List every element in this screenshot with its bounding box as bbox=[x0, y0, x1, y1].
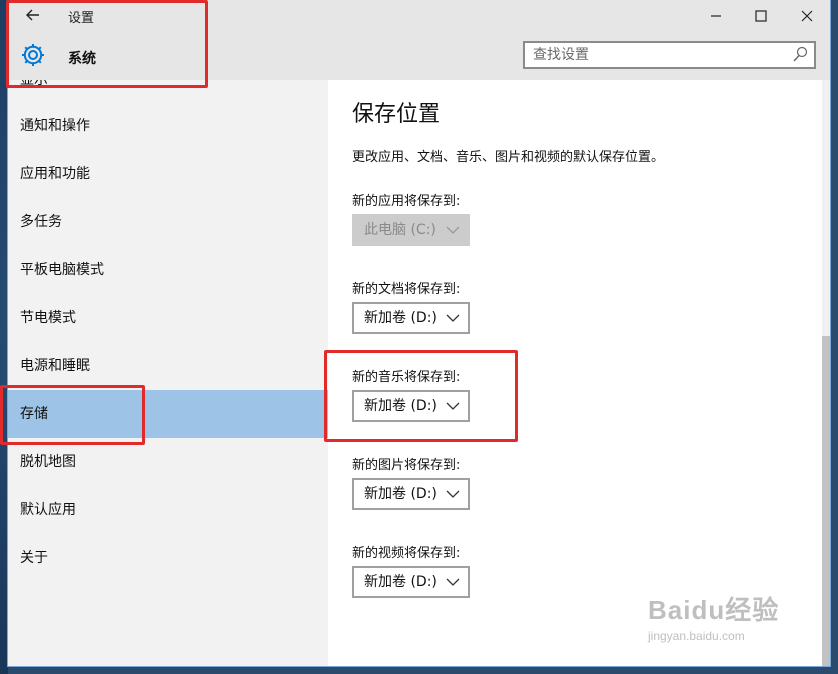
documents-save-label: 新的文档将保存到: bbox=[352, 282, 461, 297]
videos-save-location-select[interactable]: 新加卷 (D:) bbox=[352, 566, 470, 598]
sidebar-nav: 显示 通知和操作 应用和功能 多任务 平板电脑模式 节电模式 电源和睡眠 存储 … bbox=[8, 80, 328, 666]
maximize-icon bbox=[755, 10, 767, 22]
settings-window: 设置 系统 显示 bbox=[8, 0, 830, 666]
sidebar-item-power-sleep[interactable]: 电源和睡眠 bbox=[8, 342, 328, 390]
select-value: 新加卷 (D:) bbox=[364, 310, 437, 326]
sidebar-item-label: 通知和操作 bbox=[20, 118, 90, 134]
videos-save-label: 新的视频将保存到: bbox=[352, 546, 461, 561]
annotation-box-music bbox=[324, 350, 518, 442]
select-value: 此电脑 (C:) bbox=[364, 222, 436, 238]
desktop-background bbox=[0, 0, 8, 674]
sidebar-item-offline-maps[interactable]: 脱机地图 bbox=[8, 438, 328, 486]
annotation-box-header bbox=[6, 0, 208, 88]
page-title: 保存位置 bbox=[352, 102, 441, 127]
sidebar-item-label: 电源和睡眠 bbox=[20, 358, 90, 374]
sidebar-item-label: 默认应用 bbox=[20, 502, 76, 518]
sidebar-item-default-apps[interactable]: 默认应用 bbox=[8, 486, 328, 534]
documents-save-location-select[interactable]: 新加卷 (D:) bbox=[352, 302, 470, 334]
pictures-save-label: 新的图片将保存到: bbox=[352, 458, 461, 473]
sidebar-item-about[interactable]: 关于 bbox=[8, 534, 328, 582]
close-button[interactable] bbox=[795, 4, 819, 28]
sidebar-item-multitasking[interactable]: 多任务 bbox=[8, 198, 328, 246]
apps-save-location-select: 此电脑 (C:) bbox=[352, 214, 470, 246]
pictures-save-location-select[interactable]: 新加卷 (D:) bbox=[352, 478, 470, 510]
sidebar-item-tablet-mode[interactable]: 平板电脑模式 bbox=[8, 246, 328, 294]
chevron-down-icon bbox=[446, 578, 460, 586]
sidebar-item-label: 关于 bbox=[20, 550, 48, 566]
maximize-button[interactable] bbox=[749, 4, 773, 28]
baidu-watermark: Baidu经验 jingyan.baidu.com bbox=[648, 590, 779, 643]
minimize-icon bbox=[711, 15, 721, 17]
sidebar-item-notifications[interactable]: 通知和操作 bbox=[8, 102, 328, 150]
watermark-url: jingyan.baidu.com bbox=[648, 629, 745, 643]
close-icon bbox=[801, 10, 813, 22]
sidebar-item-battery-saver[interactable]: 节电模式 bbox=[8, 294, 328, 342]
sidebar-item-label: 平板电脑模式 bbox=[20, 262, 104, 278]
apps-save-label: 新的应用将保存到: bbox=[352, 194, 461, 209]
select-value: 新加卷 (D:) bbox=[364, 574, 437, 590]
search-box[interactable] bbox=[523, 41, 816, 69]
sidebar-item-label: 脱机地图 bbox=[20, 454, 76, 470]
watermark-brand: Baidu经验 bbox=[648, 595, 780, 625]
sidebar-item-apps[interactable]: 应用和功能 bbox=[8, 150, 328, 198]
sidebar-item-label: 应用和功能 bbox=[20, 166, 90, 182]
chevron-down-icon bbox=[446, 314, 460, 322]
page-description: 更改应用、文档、音乐、图片和视频的默认保存位置。 bbox=[352, 150, 665, 165]
search-icon[interactable] bbox=[792, 46, 808, 64]
annotation-box-storage bbox=[0, 385, 145, 445]
scrollbar-thumb[interactable] bbox=[822, 336, 830, 666]
sidebar-item-label: 节电模式 bbox=[20, 310, 76, 326]
chevron-down-icon bbox=[446, 226, 460, 234]
minimize-button[interactable] bbox=[704, 4, 728, 28]
select-value: 新加卷 (D:) bbox=[364, 486, 437, 502]
sidebar-item-label: 多任务 bbox=[20, 214, 62, 230]
search-input[interactable] bbox=[525, 43, 791, 67]
chevron-down-icon bbox=[446, 490, 460, 498]
